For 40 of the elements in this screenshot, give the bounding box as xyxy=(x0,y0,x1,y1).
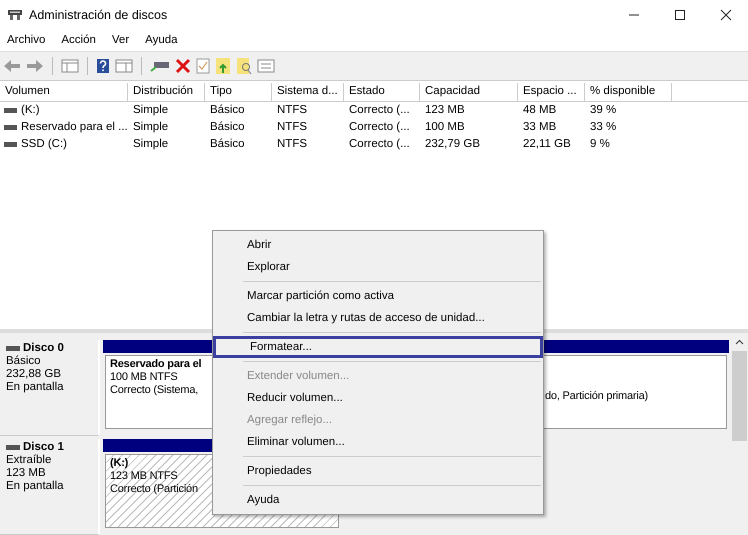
disk-status: En pantalla xyxy=(6,381,65,394)
partition-title: (K:) xyxy=(110,457,128,470)
partition-size: 123 MB NTFS xyxy=(110,470,178,482)
table-cell: Básico xyxy=(210,121,245,134)
table-cell: Básico xyxy=(210,104,245,116)
table-cell: Correcto (... xyxy=(349,104,410,116)
table-cell: SSD (C:) xyxy=(21,138,67,150)
disk-name: Disco 1 xyxy=(23,441,64,454)
table-cell: 100 MB xyxy=(425,121,465,134)
table-cell: Simple xyxy=(133,138,168,150)
table-cell: Básico xyxy=(210,138,245,150)
table-cell: 232,79 GB xyxy=(425,138,480,150)
partition-status: Correcto (Sistema, xyxy=(110,384,198,396)
table-cell: 39 % xyxy=(590,104,616,116)
table-cell: 22,11 GB xyxy=(523,138,571,150)
table-cell: 9 % xyxy=(590,138,610,150)
disk-size: 123 MB xyxy=(6,467,47,480)
table-cell: NTFS xyxy=(277,138,308,150)
table-cell: NTFS xyxy=(277,104,308,116)
partition-title: Reservado para el xyxy=(110,358,202,370)
disk-type: Básico xyxy=(6,355,42,368)
window-title: Administración de discos xyxy=(29,8,168,22)
disk-name: Disco 0 xyxy=(23,342,64,354)
disk-type: Extraíble xyxy=(6,454,52,466)
table-cell: 48 MB xyxy=(523,104,556,116)
table-cell: (K:) xyxy=(21,104,40,116)
table-cell: NTFS xyxy=(277,121,308,134)
table-cell: Correcto (... xyxy=(349,121,410,134)
disk-status: En pantalla xyxy=(6,480,65,492)
table-cell: Correcto (... xyxy=(349,138,410,150)
table-cell: 33 % xyxy=(590,121,616,134)
table-cell: 123 MB xyxy=(425,104,465,116)
table-cell: Simple xyxy=(133,121,168,134)
disk-size: 232,88 GB xyxy=(6,368,62,380)
table-cell: Reservado para el ... xyxy=(21,121,128,134)
partition-status: Correcto (Partición xyxy=(110,483,198,496)
partition-status: do, Partición primaria) xyxy=(545,390,648,402)
table-cell: 33 MB xyxy=(523,121,556,134)
table-cell: Simple xyxy=(133,104,168,116)
partition-size: 100 MB NTFS xyxy=(110,371,178,384)
